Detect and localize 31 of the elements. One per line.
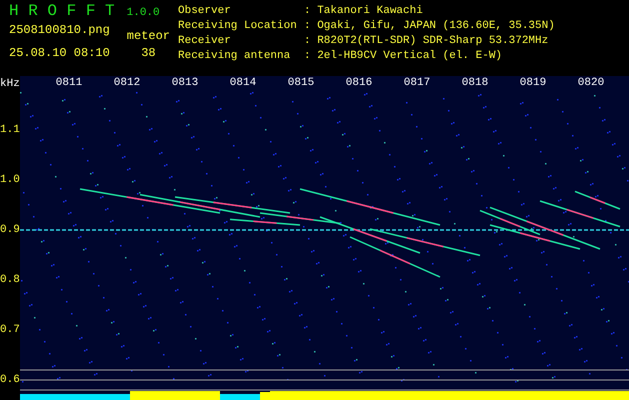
count-label: meteor bbox=[126, 29, 170, 44]
frequency-label: 0.9 bbox=[0, 222, 20, 238]
app-version: 1.0.0 bbox=[126, 6, 160, 21]
time-label: 0820 bbox=[578, 76, 604, 91]
file-name: 2508100810.png bbox=[9, 23, 110, 38]
frequency-label: 0.8 bbox=[0, 272, 20, 288]
time-label: 0812 bbox=[114, 76, 140, 91]
info-value: : Ogaki, Gifu, JAPAN (136.60E, 35.35N) bbox=[304, 19, 555, 34]
time-label: 0817 bbox=[404, 76, 430, 91]
info-value: : 2el-HB9CV Vertical (el. E-W) bbox=[304, 49, 502, 64]
time-label: 0815 bbox=[288, 76, 314, 91]
frequency-label: 0.7 bbox=[0, 322, 20, 338]
info-label: Receiving Location bbox=[178, 19, 298, 34]
info-value: : Takanori Kawachi bbox=[304, 4, 423, 19]
frequency-label: 0.6 bbox=[0, 372, 20, 388]
frequency-label: 1.1 bbox=[0, 122, 20, 138]
info-label: Receiver bbox=[178, 34, 232, 49]
meteor-count: 38 bbox=[141, 46, 156, 61]
info-label: Receiving antenna bbox=[178, 49, 292, 64]
time-label: 0818 bbox=[462, 76, 488, 91]
info-value: : R820T2(RTL-SDR) SDR-Sharp 53.372MHz bbox=[304, 34, 548, 49]
time-label: 0816 bbox=[346, 76, 372, 91]
time-label: 0819 bbox=[520, 76, 546, 91]
info-label: Observer bbox=[178, 4, 232, 19]
frequency-label: 1.0 bbox=[0, 172, 20, 188]
app-title: H R O F F T bbox=[9, 4, 115, 19]
time-label: 0814 bbox=[230, 76, 256, 91]
time-label: 0811 bbox=[56, 76, 82, 91]
time-label: 0813 bbox=[172, 76, 198, 91]
date-time: 25.08.10 08:10 bbox=[9, 46, 110, 61]
unit-label: kHz bbox=[0, 77, 20, 92]
